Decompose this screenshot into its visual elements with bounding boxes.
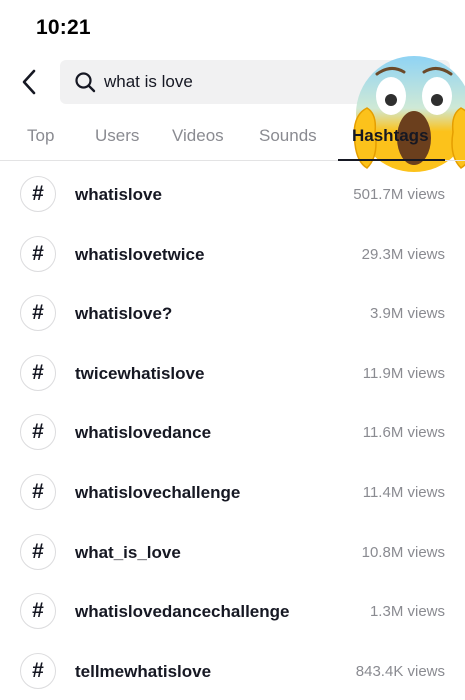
hashtag-views: 10.8M views bbox=[361, 543, 445, 561]
tab-top[interactable]: Top bbox=[27, 126, 54, 146]
hashtag-views: 29.3M views bbox=[361, 245, 445, 263]
hashtag-row[interactable]: # whatislove? 3.9M views bbox=[0, 283, 465, 343]
hashtag-views: 11.4M views bbox=[362, 483, 445, 501]
hashtag-icon: # bbox=[20, 235, 56, 272]
hashtag-row[interactable]: # whatislovedancechallenge 1.3M views bbox=[0, 581, 465, 641]
hashtag-views: 501.7M views bbox=[353, 186, 445, 203]
hashtag-name: whatislovetwice bbox=[75, 244, 205, 264]
hashtag-row[interactable]: # what_is_love 10.8M views bbox=[0, 522, 465, 582]
hashtag-row[interactable]: # whatislove 501.7M views bbox=[0, 164, 465, 224]
hashtag-name: whatislove? bbox=[75, 304, 173, 324]
hashtag-name: twicewhatislove bbox=[75, 363, 205, 383]
tab-hashtags[interactable]: Hashtags bbox=[352, 126, 429, 146]
chevron-left-icon bbox=[22, 69, 36, 95]
hashtag-list: # whatislove 501.7M views # whatislovetw… bbox=[0, 164, 465, 700]
hashtag-icon: # bbox=[20, 593, 56, 630]
active-tab-indicator bbox=[338, 159, 445, 161]
search-tabs: Top Users Videos Sounds Hashtags bbox=[0, 108, 465, 161]
hashtag-views: 11.9M views bbox=[362, 364, 445, 382]
hashtag-icon: # bbox=[20, 533, 56, 570]
hashtag-icon: # bbox=[20, 354, 56, 391]
hashtag-row[interactable]: # twicewhatislove 11.9M views bbox=[0, 343, 465, 403]
hashtag-name: what_is_love bbox=[75, 542, 181, 562]
search-header bbox=[0, 56, 465, 172]
status-time: 10:21 bbox=[36, 16, 91, 39]
hashtag-row[interactable]: # whatislovedance 11.6M views bbox=[0, 402, 465, 462]
hashtag-views: 1.3M views bbox=[369, 603, 445, 621]
status-bar: 10:21 bbox=[0, 0, 465, 56]
hashtag-icon: # bbox=[20, 414, 56, 451]
tab-videos[interactable]: Videos bbox=[172, 126, 224, 146]
hashtag-name: whatislovedancechallenge bbox=[75, 602, 290, 622]
back-button[interactable] bbox=[14, 66, 46, 98]
hashtag-views: 843.4K views bbox=[355, 662, 445, 680]
hashtag-icon: # bbox=[20, 295, 56, 332]
hashtag-views: 3.9M views bbox=[369, 305, 445, 323]
hashtag-name: whatislove bbox=[75, 185, 162, 204]
hashtag-name: whatislovechallenge bbox=[75, 482, 241, 502]
search-icon bbox=[74, 71, 96, 93]
hashtag-icon: # bbox=[20, 176, 56, 212]
hashtag-name: tellmewhatislove bbox=[75, 661, 212, 681]
tab-sounds[interactable]: Sounds bbox=[259, 126, 317, 146]
hashtag-views: 11.6M views bbox=[362, 424, 445, 442]
hashtag-row[interactable]: # whatislovetwice 29.3M views bbox=[0, 224, 465, 284]
hashtag-name: whatislovedance bbox=[75, 423, 212, 443]
tab-users[interactable]: Users bbox=[95, 126, 139, 146]
hashtag-row[interactable]: # whatislovechallenge 11.4M views bbox=[0, 462, 465, 522]
hashtag-icon: # bbox=[20, 473, 56, 510]
hashtag-icon: # bbox=[20, 652, 56, 689]
hashtag-row[interactable]: # tellmewhatislove 843.4K views bbox=[0, 641, 465, 700]
